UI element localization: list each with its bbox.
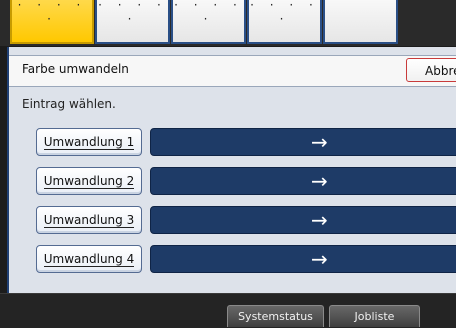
conversion-1-label: Umwandlung 1 [43,135,135,150]
cancel-button[interactable]: Abbre [406,58,456,82]
tab-marker: · · · · · [174,0,243,26]
conversion-row-2: Umwandlung 2 → [9,167,456,195]
conversion-1-bar[interactable]: → [150,128,456,156]
conversion-row-3: Umwandlung 3 → [9,206,456,234]
top-tab-bar: · · · · · · · · · · · · · · · · · · · · [0,0,456,46]
main-panel: Farbe umwandeln Abbre Eintrag wählen. Um… [7,47,456,293]
conversion-4-label: Umwandlung 4 [43,252,135,267]
tab-1[interactable]: · · · · · [10,0,94,44]
jobliste-button[interactable]: Jobliste [329,305,420,327]
arrow-right-icon: → [311,130,328,154]
systemstatus-button[interactable]: Systemstatus [227,305,324,327]
panel-header: Farbe umwandeln Abbre [9,55,456,87]
bottom-status-bar: Systemstatus Jobliste [0,293,456,328]
tab-marker: · · · · · [17,0,87,26]
conversion-2-button[interactable]: Umwandlung 2 [36,167,142,195]
tab-2[interactable]: · · · · · [95,0,170,44]
conversion-4-bar[interactable]: → [150,245,456,273]
arrow-right-icon: → [311,169,328,193]
conversion-3-button[interactable]: Umwandlung 3 [36,206,142,234]
conversion-2-bar[interactable]: → [150,167,456,195]
tab-marker: · · · · · [250,0,319,26]
conversion-2-label: Umwandlung 2 [43,174,135,189]
tab-4[interactable]: · · · · · [247,0,322,44]
conversion-3-bar[interactable]: → [150,206,456,234]
arrow-right-icon: → [311,247,328,271]
tab-5[interactable] [323,0,398,44]
conversion-row-1: Umwandlung 1 → [9,128,456,156]
conversion-1-button[interactable]: Umwandlung 1 [36,128,142,156]
tab-3[interactable]: · · · · · [171,0,246,44]
conversion-4-button[interactable]: Umwandlung 4 [36,245,142,273]
arrow-right-icon: → [311,208,328,232]
conversion-3-label: Umwandlung 3 [43,213,135,228]
tab-marker: · · · · · [98,0,167,26]
conversion-row-4: Umwandlung 4 → [9,245,456,273]
instruction-text: Eintrag wählen. [22,97,116,111]
page-title: Farbe umwandeln [22,62,129,76]
